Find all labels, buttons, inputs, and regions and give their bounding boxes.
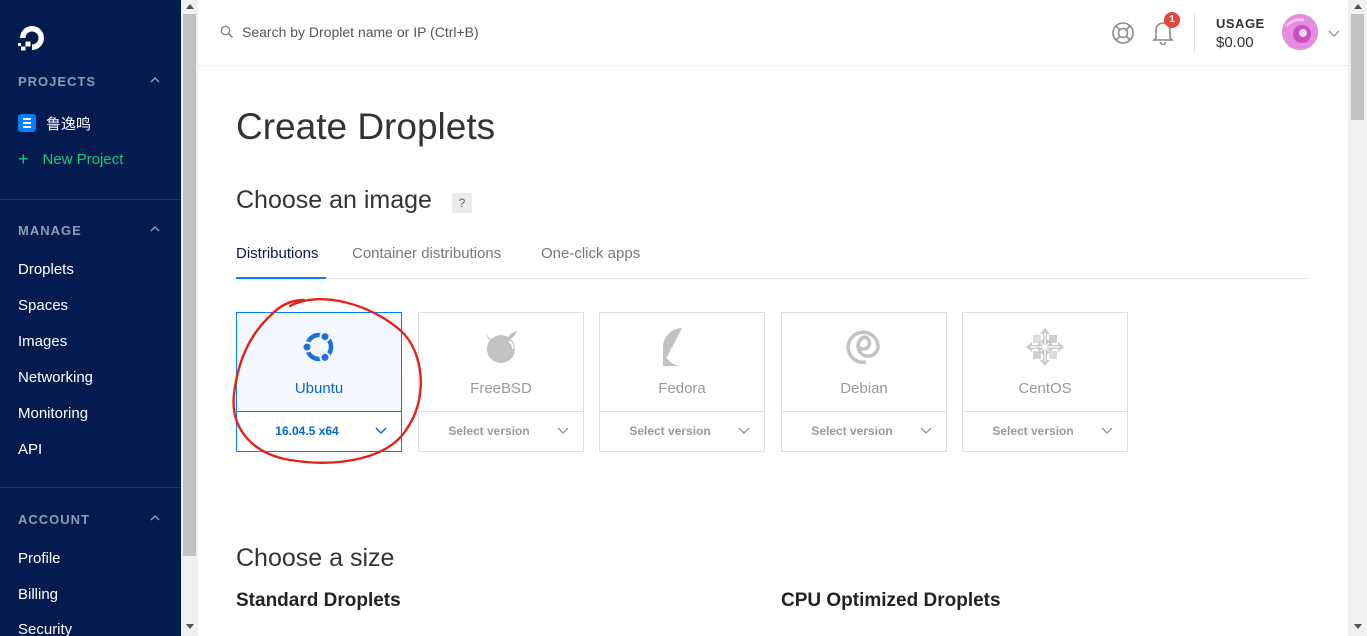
sidebar-item-images[interactable]: Images <box>18 333 67 353</box>
project-icon <box>18 114 36 132</box>
sidebar-item-monitoring[interactable]: Monitoring <box>18 405 88 425</box>
sidebar-item-droplets[interactable]: Droplets <box>18 261 74 281</box>
sidebar-divider <box>0 199 181 200</box>
distro-card-centos[interactable]: CentOS Select version <box>962 312 1128 452</box>
new-project-button[interactable]: + New Project <box>18 150 123 168</box>
chevron-down-icon <box>1101 427 1113 434</box>
project-name: 鲁逸鸣 <box>46 115 92 133</box>
version-label: Select version <box>992 424 1074 438</box>
plus-icon: + <box>18 149 29 169</box>
distro-card-ubuntu[interactable]: Ubuntu 16.04.5 x64 <box>236 312 402 452</box>
version-select[interactable]: Select version <box>963 411 1127 451</box>
tab-one-click-apps[interactable]: One-click apps <box>541 245 640 262</box>
centos-icon <box>1026 328 1064 366</box>
sidebar-scroll-thumb[interactable] <box>183 14 196 556</box>
tabs-divider <box>236 278 1309 279</box>
help-button[interactable]: ? <box>452 193 472 213</box>
debian-icon <box>846 330 880 365</box>
freebsd-icon <box>486 331 517 363</box>
distro-name: Fedora <box>658 380 706 397</box>
version-label: Select version <box>629 424 711 438</box>
chevron-down-icon[interactable] <box>1328 28 1340 38</box>
chevron-up-icon[interactable] <box>149 223 161 235</box>
usage-value: $0.00 <box>1216 34 1254 51</box>
version-label: Select version <box>448 424 530 438</box>
distro-card-debian[interactable]: Debian Select version <box>781 312 947 452</box>
manage-section-label: MANAGE <box>18 223 82 238</box>
page-title: Create Droplets <box>236 106 496 147</box>
page-scrollbar[interactable] <box>1348 0 1367 636</box>
account-section-header[interactable]: ACCOUNT <box>18 512 163 528</box>
scroll-up-arrow-icon[interactable] <box>1354 4 1362 9</box>
chevron-up-icon[interactable] <box>149 74 161 86</box>
version-select[interactable]: 16.04.5 x64 <box>237 411 401 451</box>
version-select[interactable]: Select version <box>782 411 946 451</box>
sidebar: PROJECTS 鲁逸鸣 + New Project MANAGE Drople… <box>0 0 181 636</box>
version-label: Select version <box>811 424 893 438</box>
sidebar-item-billing[interactable]: Billing <box>18 586 58 606</box>
active-tab-underline <box>236 277 326 279</box>
sidebar-divider <box>0 487 181 488</box>
distro-name: CentOS <box>1018 380 1072 397</box>
scroll-down-arrow-icon[interactable] <box>186 624 194 629</box>
distro-name: FreeBSD <box>470 380 532 397</box>
sidebar-scrollbar[interactable] <box>181 0 198 636</box>
standard-droplets-heading: Standard Droplets <box>236 590 401 611</box>
chevron-down-icon <box>920 427 932 434</box>
choose-image-heading: Choose an image <box>236 186 432 214</box>
chevron-up-icon[interactable] <box>149 512 161 524</box>
scroll-up-arrow-icon[interactable] <box>186 4 194 9</box>
sidebar-project-item[interactable]: 鲁逸鸣 <box>18 112 91 134</box>
digitalocean-logo-icon[interactable] <box>16 22 48 54</box>
chevron-down-icon <box>738 427 750 434</box>
tab-distributions[interactable]: Distributions <box>236 245 319 262</box>
scroll-down-arrow-icon[interactable] <box>1354 624 1362 629</box>
notification-badge: 1 <box>1164 12 1180 28</box>
chevron-down-icon <box>557 427 569 434</box>
sidebar-item-profile[interactable]: Profile <box>18 550 61 570</box>
sidebar-item-api[interactable]: API <box>18 441 42 461</box>
version-select[interactable]: Select version <box>419 411 583 451</box>
cpu-optimized-heading: CPU Optimized Droplets <box>781 590 1001 611</box>
sidebar-item-security[interactable]: Security <box>18 621 72 636</box>
choose-size-heading: Choose a size <box>236 544 395 572</box>
avatar-image-icon <box>1282 14 1318 50</box>
sidebar-item-networking[interactable]: Networking <box>18 369 93 389</box>
search-input[interactable] <box>242 20 642 44</box>
sidebar-item-spaces[interactable]: Spaces <box>18 297 68 317</box>
projects-section-label: PROJECTS <box>18 74 97 89</box>
version-label: 16.04.5 x64 <box>275 424 339 438</box>
fedora-icon <box>663 328 701 366</box>
avatar[interactable] <box>1282 14 1318 50</box>
top-bar: 1 USAGE $0.00 <box>198 0 1348 66</box>
tab-container-distributions[interactable]: Container distributions <box>352 245 501 262</box>
version-select[interactable]: Select version <box>600 411 764 451</box>
chevron-down-icon <box>375 427 387 434</box>
page-scroll-thumb[interactable] <box>1351 14 1364 120</box>
ubuntu-icon <box>301 331 334 363</box>
distro-name: Debian <box>840 380 888 397</box>
distro-name: Ubuntu <box>294 380 344 397</box>
manage-section-header[interactable]: MANAGE <box>18 223 163 239</box>
distro-card-fedora[interactable]: Fedora Select version <box>599 312 765 452</box>
lifebuoy-help-icon[interactable] <box>1111 21 1135 45</box>
usage-label: USAGE <box>1216 16 1265 31</box>
account-section-label: ACCOUNT <box>18 512 90 527</box>
new-project-label: New Project <box>42 150 124 168</box>
search-icon <box>220 25 234 39</box>
projects-section-header[interactable]: PROJECTS <box>18 74 163 90</box>
topbar-divider <box>1194 14 1195 52</box>
distro-card-freebsd[interactable]: FreeBSD Select version <box>418 312 584 452</box>
